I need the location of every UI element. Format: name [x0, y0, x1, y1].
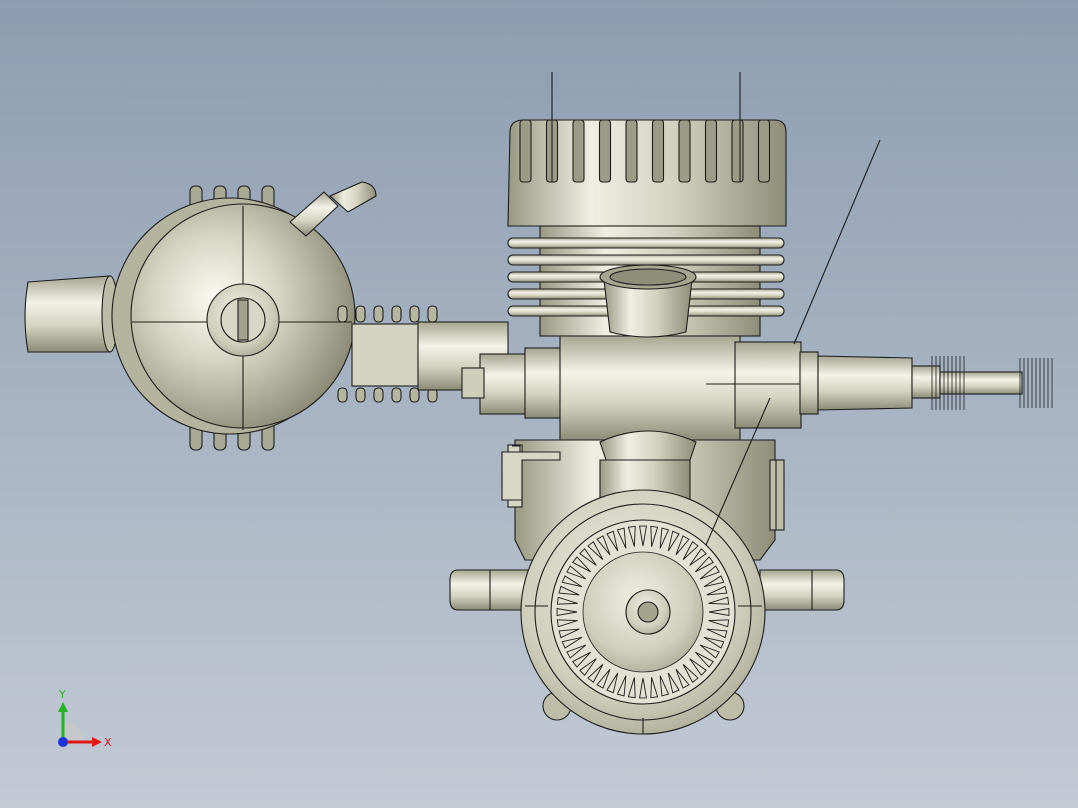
cylinder-head: [507, 72, 787, 227]
head-fin-slot: [572, 119, 585, 183]
engine-model[interactable]: [0, 0, 1078, 808]
y-axis-label: Y: [58, 688, 66, 701]
header-ring-top: [355, 305, 366, 323]
cooling-fin: [507, 254, 785, 266]
head-fin-slot: [731, 119, 744, 183]
header-ring-top: [409, 305, 420, 323]
x-axis-label: X: [104, 736, 112, 749]
header-ring-bottom: [373, 387, 384, 403]
header-ring-bottom: [337, 387, 348, 403]
header-ring-top: [391, 305, 402, 323]
head-fin-slot: [598, 119, 612, 183]
cooling-fin: [507, 237, 785, 249]
x-axis-head: [92, 737, 102, 747]
head-fin-slot: [704, 119, 718, 183]
head-fin-slot: [651, 119, 665, 183]
y-axis-head: [58, 702, 68, 712]
crankshaft-housing: [461, 335, 1053, 441]
head-fin-slot: [678, 119, 691, 183]
graphics-viewport[interactable]: Y X: [0, 0, 1078, 808]
header-ring-top: [373, 305, 384, 323]
header-ring-bottom: [355, 387, 366, 403]
pressure-nipple: [289, 181, 377, 237]
header-ring-bottom: [391, 387, 402, 403]
head-fin-slot: [757, 119, 771, 183]
head-fin-slot: [519, 119, 532, 183]
coordinate-triad: Y X: [58, 688, 112, 749]
header-ring-top: [427, 305, 438, 323]
header-ring-top: [337, 305, 348, 323]
z-axis-dot: [58, 737, 68, 747]
head-fin-slot: [625, 119, 638, 183]
